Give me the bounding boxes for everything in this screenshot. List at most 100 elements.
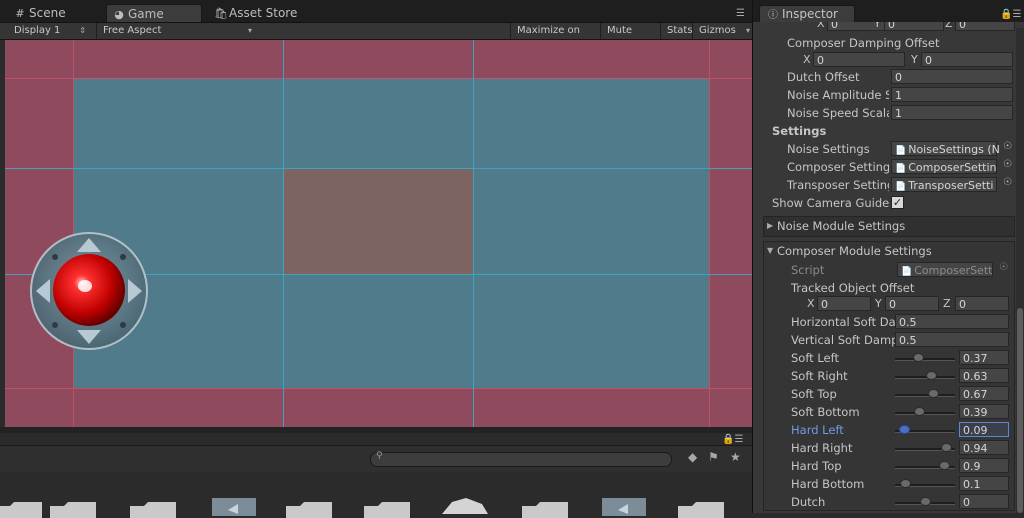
composer-settings-value: ComposerSettin [908,161,997,174]
object-picker-icon[interactable]: ☉ [1003,177,1012,188]
folder-icon[interactable] [48,500,100,518]
object-picker-icon[interactable]: ☉ [1003,141,1012,152]
x-label: X [803,53,811,66]
slider-thumb[interactable] [914,407,926,416]
dutch-offset-field[interactable]: 0 [891,69,1013,84]
transposer-settings-value: TransposerSetti [908,179,994,192]
horizontal-soft-damping-field[interactable]: 0.5 [895,314,1009,329]
slider-thumb[interactable] [899,479,911,488]
slider-value-field[interactable]: 0.39 [959,404,1009,419]
slider-thumb[interactable] [927,389,939,398]
slider-thumb[interactable] [941,443,953,452]
slider-thumb[interactable] [913,353,925,362]
slider-track[interactable] [895,443,955,452]
asset-thumbnail-icon[interactable] [600,498,652,516]
mesh-icon[interactable] [438,496,490,514]
lock-icon[interactable]: 🔒☰ [1000,9,1021,20]
lock-icon[interactable]: 🔒☰ [722,434,743,445]
favorite-star-icon[interactable]: ★ [730,450,741,464]
noise-speed-field[interactable]: 1 [891,105,1013,120]
slider-value-field[interactable]: 0 [959,494,1009,509]
noise-settings-value: NoiseSettings (N [908,143,1000,156]
folder-icon[interactable] [0,500,46,518]
slider-label: Soft Right [791,369,848,383]
tracked-offset-z-field[interactable]: 0 [955,296,1009,311]
damping-offset-y-field[interactable]: 0 [921,52,1013,67]
asset-thumbnail-icon[interactable] [210,498,262,516]
info-icon: ⓘ [768,10,778,21]
slider-value-field[interactable]: 0.63 [959,368,1009,383]
noise-settings-label: Noise Settings [787,142,870,156]
gizmos-dropdown[interactable]: Gizmos ▾ [692,23,752,39]
panel-divider [0,427,752,433]
script-label: Script [791,263,825,277]
slider-value-field[interactable]: 0.37 [959,350,1009,365]
pacman-icon: ◕ [114,8,124,21]
transposer-settings-object-field[interactable]: 📄 TransposerSetti [891,177,997,192]
project-search-input[interactable]: ⚲ [370,451,672,467]
slider-thumb[interactable] [899,425,911,434]
filter-by-label-icon[interactable]: ⚑ [708,450,719,464]
object-picker-icon[interactable]: ☉ [1003,159,1012,170]
vertical-soft-damping-field[interactable]: 0.5 [895,332,1009,347]
slider-label: Dutch [791,495,826,509]
tracked-offset-y-field[interactable]: 0 [885,296,939,311]
slider-value-field[interactable]: 0.1 [959,476,1009,491]
slider-track[interactable] [895,461,955,470]
z-label: Z [945,22,953,30]
tab-inspector[interactable]: ⓘ Inspector [759,5,855,22]
soft-guide-line [283,40,284,427]
slider-thumb[interactable] [939,461,951,470]
tab-game[interactable]: ◕ Game [106,4,202,22]
slider-value-field[interactable]: 0.09 [959,422,1009,437]
slider-value-field[interactable]: 0.67 [959,386,1009,401]
maximize-on-play-toggle[interactable]: Maximize on Play [510,23,602,52]
show-camera-guides-checkbox[interactable]: ✓ [891,196,904,209]
hard-guide-line [709,40,710,427]
stats-toggle[interactable]: Stats [660,23,696,39]
tracked-offset-x-field[interactable]: 0 [817,296,871,311]
dropdown-arrow-icon: ▾ [247,26,252,35]
slider-thumb[interactable] [925,371,937,380]
filter-by-type-icon[interactable]: ◆ [688,450,697,464]
slider-track[interactable] [895,425,955,434]
composer-settings-label: Composer Settings [787,160,889,174]
folder-icon[interactable] [676,500,728,518]
folder-icon[interactable] [520,500,572,518]
folder-icon[interactable] [362,500,414,518]
slider-track[interactable] [895,497,955,506]
slider-track[interactable] [895,371,955,380]
soft-guide-line [473,40,474,427]
dead-zone [283,168,473,274]
folder-icon[interactable] [128,500,180,518]
virtual-joystick[interactable] [28,230,150,352]
slider-label: Hard Right [791,441,853,455]
damping-offset-x-field[interactable]: 0 [813,52,905,67]
horizontal-soft-damping-label: Horizontal Soft Dan [791,315,895,329]
document-icon: 📄 [895,164,907,174]
slider-track[interactable] [895,353,955,362]
y-field[interactable]: 0 [884,22,944,31]
tab-scene[interactable]: # Scene [8,4,100,22]
display-dropdown-label: Display 1 [14,25,61,36]
slider-value-field[interactable]: 0.94 [959,440,1009,455]
slider-thumb[interactable] [919,497,931,506]
slider-track[interactable] [895,389,955,398]
aspect-dropdown[interactable]: Free Aspect ▾ [96,23,258,39]
mute-audio-toggle[interactable]: Mute audio [600,23,662,52]
display-dropdown[interactable]: Display 1 ⇕ [8,23,92,39]
transposer-settings-label: Transposer Setting [787,178,889,192]
scrollbar-thumb[interactable] [1017,308,1023,513]
slider-track[interactable] [895,479,955,488]
tab-asset-store[interactable]: 🛍Asset Store [208,4,318,22]
inspector-scrollbar[interactable] [1016,28,1024,513]
slider-value-field[interactable]: 0.9 [959,458,1009,473]
slider-track[interactable] [895,407,955,416]
kebab-icon[interactable]: ☰ [736,8,750,19]
noise-amplitude-field[interactable]: 1 [891,87,1013,102]
z-field[interactable]: 0 [955,22,1015,31]
noise-settings-object-field[interactable]: 📄 NoiseSettings (N [891,141,1000,156]
noise-module-foldout[interactable]: ▶ Noise Module Settings [763,216,1015,237]
folder-icon[interactable] [284,500,336,518]
composer-settings-object-field[interactable]: 📄 ComposerSettin [891,159,997,174]
